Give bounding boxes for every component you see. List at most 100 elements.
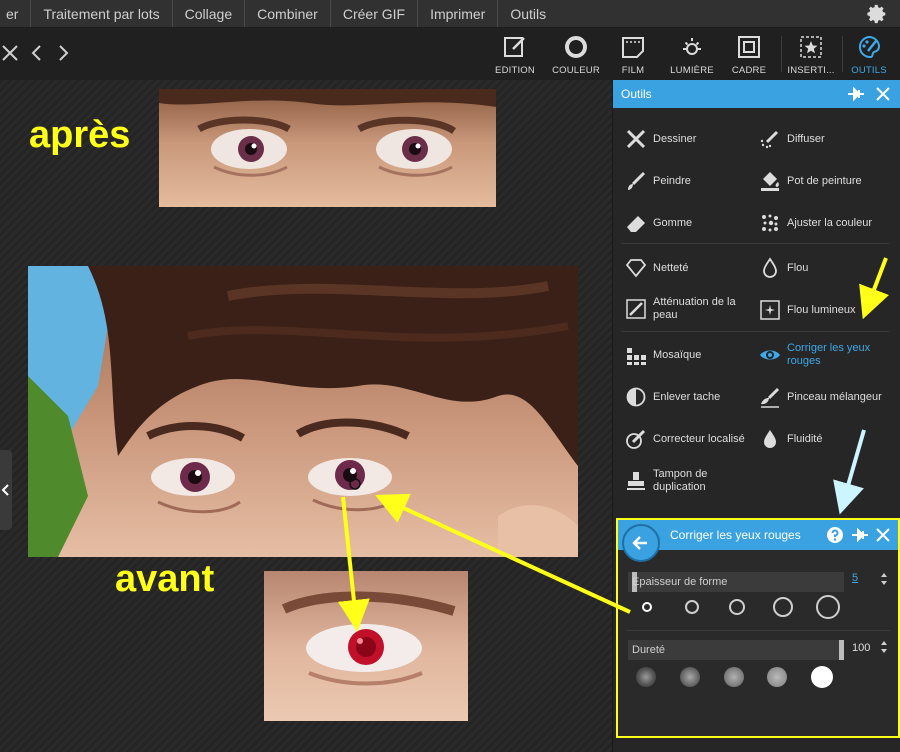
frame-icon — [738, 36, 760, 58]
menu-item-tools[interactable]: Outils — [498, 0, 558, 27]
menu-item-combine[interactable]: Combiner — [245, 0, 331, 27]
shape-thickness-value[interactable]: 5 — [852, 572, 858, 584]
caption-after: après — [29, 114, 131, 156]
tool-mosaique[interactable]: Mosaïque — [625, 344, 701, 366]
half-circle-icon — [626, 387, 646, 407]
tool-diffuser[interactable]: Diffuser — [759, 128, 825, 150]
close-icon[interactable] — [0, 42, 22, 64]
help-icon[interactable] — [826, 526, 844, 544]
slider-handle[interactable] — [839, 640, 844, 660]
shape-size-2[interactable] — [685, 600, 699, 614]
shape-size-1[interactable] — [642, 602, 652, 612]
tool-label: Atténuation de la peau — [653, 296, 736, 321]
subpanel-header: Corriger les yeux rouges — [618, 520, 898, 550]
toolbar: EDITION COULEUR FILM LUMIÈRE CADRE INSER… — [0, 28, 900, 80]
drop-icon — [763, 257, 777, 278]
close-icon[interactable] — [876, 87, 890, 101]
pin-icon[interactable] — [846, 86, 866, 102]
tab-lumiere[interactable]: LUMIÈRE — [663, 32, 721, 78]
tool-enlever-tache[interactable]: Enlever tache — [625, 386, 720, 408]
tool-flou-lumineux[interactable]: Flou lumineux — [759, 299, 855, 321]
fluid-drop-icon — [764, 430, 776, 448]
tools-panel-title: Outils — [621, 87, 652, 101]
shape-size-5[interactable] — [816, 595, 840, 619]
hardness-level-5[interactable] — [811, 666, 833, 688]
tab-label: OUTILS — [851, 65, 887, 76]
gear-icon[interactable] — [866, 3, 888, 25]
paint-bucket-icon — [761, 172, 779, 191]
hardness-value[interactable]: 100 — [852, 642, 870, 654]
tab-couleur[interactable]: COULEUR — [547, 32, 605, 78]
back-button[interactable] — [622, 524, 660, 562]
spray-icon — [760, 130, 779, 149]
tab-outils[interactable]: OUTILS — [840, 32, 898, 78]
collapse-left-handle[interactable] — [0, 450, 12, 530]
eye-icon — [760, 350, 780, 360]
film-icon — [622, 37, 644, 58]
mosaic-icon — [627, 348, 646, 365]
tool-yeux-rouges[interactable]: Corriger les yeux rouges — [759, 342, 889, 368]
tool-nettete[interactable]: Netteté — [625, 257, 688, 279]
menu-item-print[interactable]: Imprimer — [418, 0, 499, 27]
tab-cadre[interactable]: CADRE — [720, 32, 778, 78]
tool-label: Mosaïque — [653, 348, 702, 361]
shape-size-4[interactable] — [773, 597, 793, 617]
close-icon[interactable] — [876, 528, 890, 542]
tab-label: FILM — [621, 65, 645, 76]
tool-flou[interactable]: Flou — [759, 257, 808, 279]
hardness-level-1[interactable] — [636, 667, 656, 687]
chevron-right-icon[interactable] — [52, 42, 74, 64]
section-divider — [626, 630, 890, 631]
menu-item-gif[interactable]: Créer GIF — [331, 0, 419, 27]
tab-film[interactable]: FILM — [604, 32, 662, 78]
skin-smooth-icon — [626, 299, 646, 319]
menu-item-partial[interactable]: er — [0, 0, 32, 27]
arrow-left-icon — [632, 536, 647, 550]
palette-tools-icon — [859, 35, 881, 59]
sparkle-dots-icon — [762, 214, 778, 232]
tool-gomme[interactable]: Gomme — [625, 212, 692, 234]
edit-icon — [504, 37, 525, 57]
tool-tampon-duplication[interactable]: Tampon de duplication — [625, 468, 745, 494]
tab-insertion[interactable]: INSERTI... — [782, 32, 840, 78]
tool-ajuster-couleur[interactable]: Ajuster la couleur — [759, 212, 872, 234]
tool-pot-de-peinture[interactable]: Pot de peinture — [759, 170, 862, 192]
menu-bar: er Traitement par lots Collage Combiner … — [0, 0, 900, 28]
tool-label: Netteté — [653, 261, 689, 274]
shape-thickness-slider[interactable]: Epaisseur de forme — [628, 572, 890, 594]
hardness-slider[interactable]: Dureté — [628, 640, 890, 662]
subpanel-title: Corriger les yeux rouges — [670, 528, 801, 542]
chevron-left-icon[interactable] — [26, 42, 48, 64]
diamond-icon — [625, 259, 647, 278]
eraser-icon — [627, 216, 645, 232]
shape-size-3[interactable] — [729, 599, 745, 615]
section-divider — [621, 243, 889, 244]
menu-item-batch[interactable]: Traitement par lots — [31, 0, 173, 27]
menu-item-collage[interactable]: Collage — [173, 0, 246, 27]
photo-after-eyes — [159, 89, 496, 207]
caption-before: avant — [115, 558, 215, 600]
insert-star-icon — [800, 36, 822, 58]
tab-label: INSERTI... — [787, 65, 835, 76]
hardness-level-2[interactable] — [680, 667, 700, 687]
tool-fluidite[interactable]: Fluidité — [759, 428, 822, 450]
shape-thickness-label: Epaisseur de forme — [632, 576, 728, 588]
tool-correcteur-localise[interactable]: Correcteur localisé — [625, 428, 745, 450]
sun-icon — [683, 38, 701, 55]
tool-dessiner[interactable]: Dessiner — [625, 128, 696, 150]
spot-healing-icon — [626, 429, 646, 449]
tool-label: Fluidité — [787, 432, 823, 445]
pin-icon[interactable] — [850, 527, 870, 543]
photo-before-eye — [264, 571, 468, 721]
tool-attenuation-peau[interactable]: Atténuation de la peau — [625, 296, 745, 322]
redeye-subpanel: Corriger les yeux rouges Epaisseur de fo… — [616, 518, 900, 738]
hardness-level-3[interactable] — [724, 667, 744, 687]
tab-edition[interactable]: EDITION — [486, 32, 544, 78]
hardness-level-4[interactable] — [767, 667, 787, 687]
tool-label: Pot de peinture — [787, 174, 862, 187]
tool-label: Ajuster la couleur — [787, 216, 872, 229]
stepper-arrows-icon[interactable] — [880, 572, 888, 586]
tool-peindre[interactable]: Peindre — [625, 170, 691, 192]
tool-pinceau-melangeur[interactable]: Pinceau mélangeur — [759, 386, 882, 408]
stepper-arrows-icon[interactable] — [880, 640, 888, 654]
